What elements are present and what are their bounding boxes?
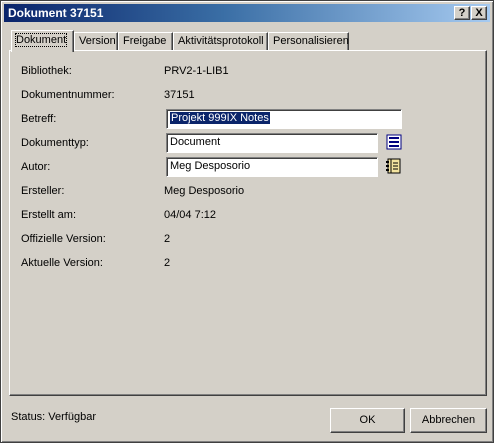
list-icon[interactable]: [385, 133, 403, 151]
dokumentnummer-value: 37151: [164, 89, 195, 101]
autor-label: Autor:: [21, 161, 51, 173]
betreff-input[interactable]: Projekt 999IX Notes: [166, 109, 402, 129]
title-bar: Dokument 37151 ? X: [4, 4, 490, 22]
cancel-button[interactable]: Abbrechen: [410, 408, 487, 433]
document-properties-dialog: Dokument 37151 ? X Dokument Version Frei…: [0, 0, 494, 443]
ersteller-label: Ersteller:: [21, 185, 65, 197]
betreff-label: Betreff:: [21, 113, 57, 125]
offizielle-version-label: Offizielle Version:: [21, 233, 106, 245]
help-button[interactable]: ?: [454, 6, 470, 20]
status-text: Status: Verfügbar: [11, 411, 96, 423]
autor-input[interactable]: Meg Desposorio: [166, 157, 378, 177]
tab-aktivitaetsprotokoll[interactable]: Aktivitätsprotokoll: [173, 32, 268, 51]
tab-personalisieren[interactable]: Personalisieren: [268, 32, 349, 51]
tab-version[interactable]: Version: [74, 32, 118, 51]
window-title: Dokument 37151: [8, 6, 104, 20]
betreff-input-text: Projekt 999IX Notes: [170, 112, 270, 124]
dokumenttyp-label: Dokumenttyp:: [21, 137, 89, 149]
aktuelle-version-label: Aktuelle Version:: [21, 257, 103, 269]
erstellt-am-value: 04/04 7:12: [164, 209, 216, 221]
tab-dokument[interactable]: Dokument: [11, 30, 74, 52]
offizielle-version-value: 2: [164, 233, 171, 245]
dokumenttyp-input[interactable]: Document: [166, 133, 378, 153]
aktuelle-version-value: 2: [164, 257, 171, 269]
dokumentnummer-label: Dokumentnummer:: [21, 89, 115, 101]
address-book-icon[interactable]: [385, 157, 403, 175]
close-button[interactable]: X: [471, 6, 487, 20]
erstellt-am-label: Erstellt am:: [21, 209, 77, 221]
bibliothek-value: PRV2-1-LIB1: [164, 65, 229, 77]
tab-freigabe[interactable]: Freigabe: [118, 32, 173, 51]
tab-panel-dokument: [9, 50, 487, 396]
bibliothek-label: Bibliothek:: [21, 65, 72, 77]
ersteller-value: Meg Desposorio: [164, 185, 245, 197]
ok-button[interactable]: OK: [330, 408, 405, 433]
